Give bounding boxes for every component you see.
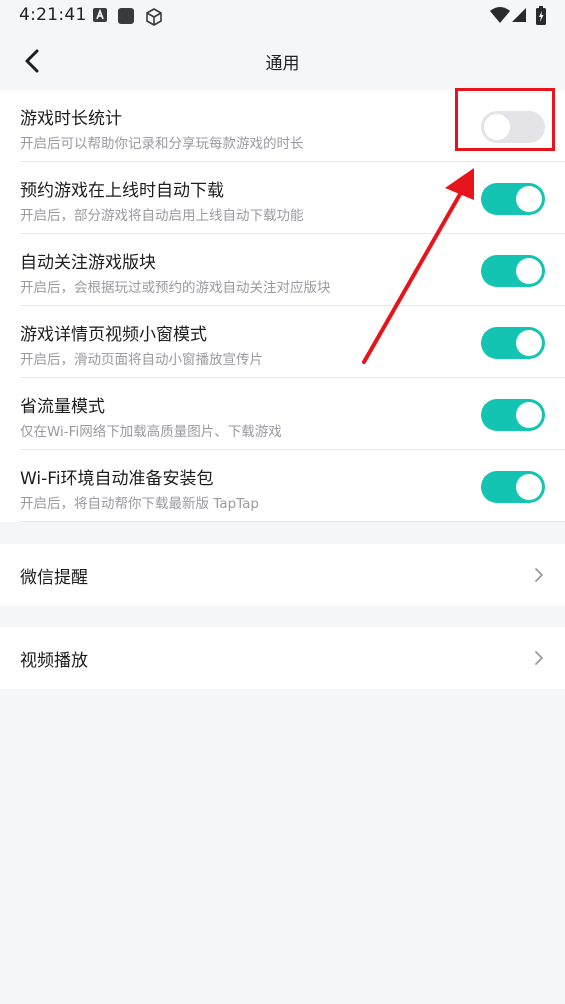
mini-window-toggle[interactable] [481, 327, 545, 359]
battery-charging-icon [536, 6, 546, 25]
square-app-icon [118, 8, 134, 24]
setting-subtitle: 仅在Wi-Fi网络下加载高质量图片、下载游戏 [20, 424, 282, 440]
toggle-knob [516, 258, 542, 284]
settings-card: 游戏时长统计 开启后可以帮助你记录和分享玩每款游戏的时长 预约游戏在上线时自动下… [0, 90, 565, 522]
nav-label: 视频播放 [20, 651, 88, 671]
auto-download-toggle[interactable] [481, 183, 545, 215]
divider [20, 521, 565, 522]
setting-subtitle: 开启后，部分游戏将自动启用上线自动下载功能 [20, 208, 304, 224]
setting-row-wifi-preinstall: Wi-Fi环境自动准备安装包 开启后，将自动帮你下载最新版 TapTap [0, 450, 565, 522]
top-app-bar: 通用 [0, 32, 565, 88]
chevron-right-icon [535, 651, 543, 665]
status-bar: 4:21:41 [0, 0, 565, 32]
setting-subtitle: 开启后，滑动页面将自动小窗播放宣传片 [20, 352, 263, 368]
toggle-knob [516, 186, 542, 212]
accessibility-icon [93, 8, 107, 22]
setting-title: Wi-Fi环境自动准备安装包 [20, 469, 214, 489]
cube-icon [146, 8, 162, 26]
setting-title: 预约游戏在上线时自动下载 [20, 181, 224, 201]
wifi-icon [490, 7, 510, 23]
toggle-knob [516, 474, 542, 500]
video-playback-row[interactable]: 视频播放 [0, 627, 565, 689]
setting-row-mini-window: 游戏详情页视频小窗模式 开启后，滑动页面将自动小窗播放宣传片 [0, 306, 565, 378]
chevron-right-icon [535, 568, 543, 582]
auto-follow-toggle[interactable] [481, 255, 545, 287]
status-time: 4:21:41 [19, 5, 87, 25]
wechat-reminder-row[interactable]: 微信提醒 [0, 544, 565, 606]
annotation-highlight-box [455, 88, 555, 151]
page-title: 通用 [265, 54, 300, 74]
setting-subtitle: 开启后可以帮助你记录和分享玩每款游戏的时长 [20, 136, 304, 152]
toggle-knob [516, 402, 542, 428]
signal-icon [512, 8, 526, 22]
setting-subtitle: 开启后，将自动帮你下载最新版 TapTap [20, 496, 259, 512]
wifi-preinstall-toggle[interactable] [481, 471, 545, 503]
data-saver-toggle[interactable] [481, 399, 545, 431]
setting-title: 省流量模式 [20, 397, 105, 417]
setting-title: 游戏详情页视频小窗模式 [20, 325, 207, 345]
nav-label: 微信提醒 [20, 568, 88, 588]
toggle-knob [516, 330, 542, 356]
setting-row-auto-download: 预约游戏在上线时自动下载 开启后，部分游戏将自动启用上线自动下载功能 [0, 162, 565, 234]
setting-row-data-saver: 省流量模式 仅在Wi-Fi网络下加载高质量图片、下载游戏 [0, 378, 565, 450]
setting-row-auto-follow: 自动关注游戏版块 开启后，会根据玩过或预约的游戏自动关注对应版块 [0, 234, 565, 306]
setting-title: 游戏时长统计 [20, 109, 122, 129]
setting-subtitle: 开启后，会根据玩过或预约的游戏自动关注对应版块 [20, 280, 331, 296]
setting-title: 自动关注游戏版块 [20, 253, 156, 273]
